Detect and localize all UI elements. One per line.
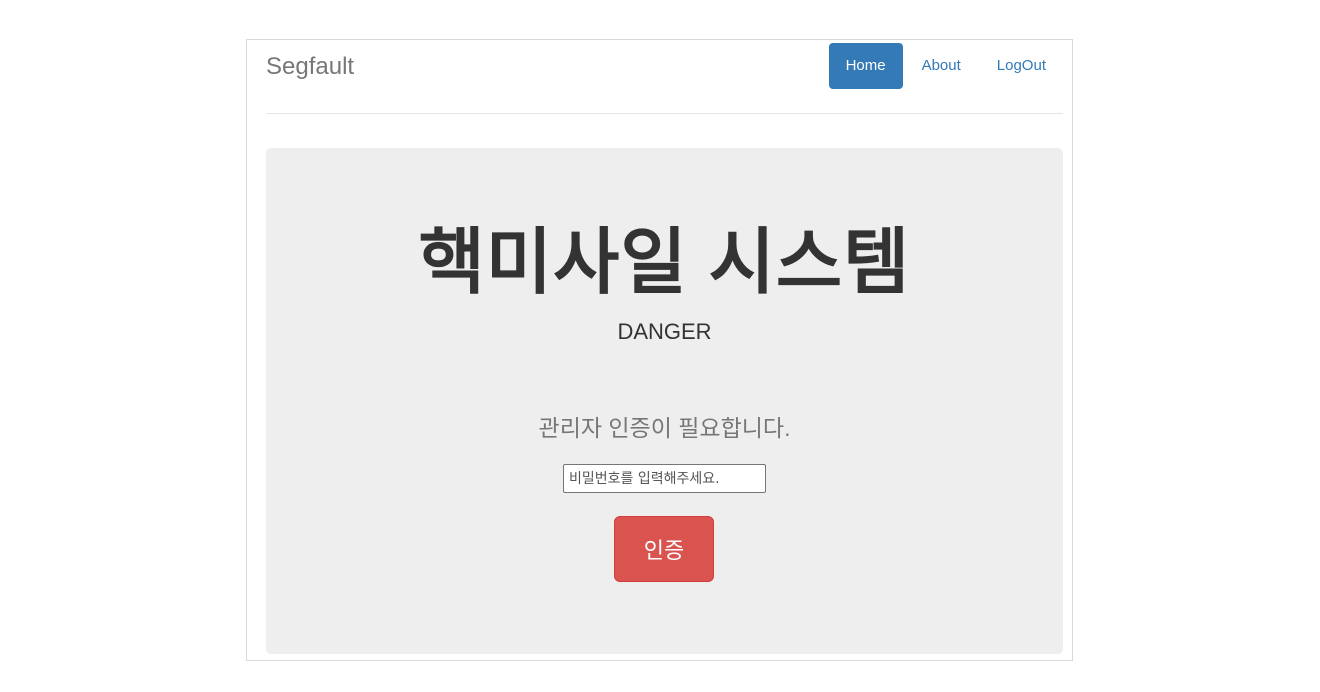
jumbotron: 핵미사일 시스템 DANGER 관리자 인증이 필요합니다. 인증	[266, 148, 1063, 654]
danger-subtitle: DANGER	[617, 319, 712, 344]
password-input[interactable]	[563, 464, 766, 493]
page-title: 핵미사일 시스템	[418, 223, 911, 303]
nav-item-about[interactable]: About	[905, 43, 978, 89]
auth-required-message: 관리자 인증이 필요합니다.	[538, 415, 791, 441]
nav-item-logout[interactable]: LogOut	[980, 43, 1063, 89]
nav-menu: Home About LogOut	[827, 43, 1063, 89]
page-container: Segfault Home About LogOut 핵미사일 시스템 DANG…	[246, 39, 1073, 661]
nav-item-home[interactable]: Home	[828, 43, 903, 89]
authenticate-button[interactable]: 인증	[614, 516, 714, 582]
navbar: Segfault Home About LogOut	[266, 40, 1063, 114]
brand-logo[interactable]: Segfault	[266, 53, 354, 81]
